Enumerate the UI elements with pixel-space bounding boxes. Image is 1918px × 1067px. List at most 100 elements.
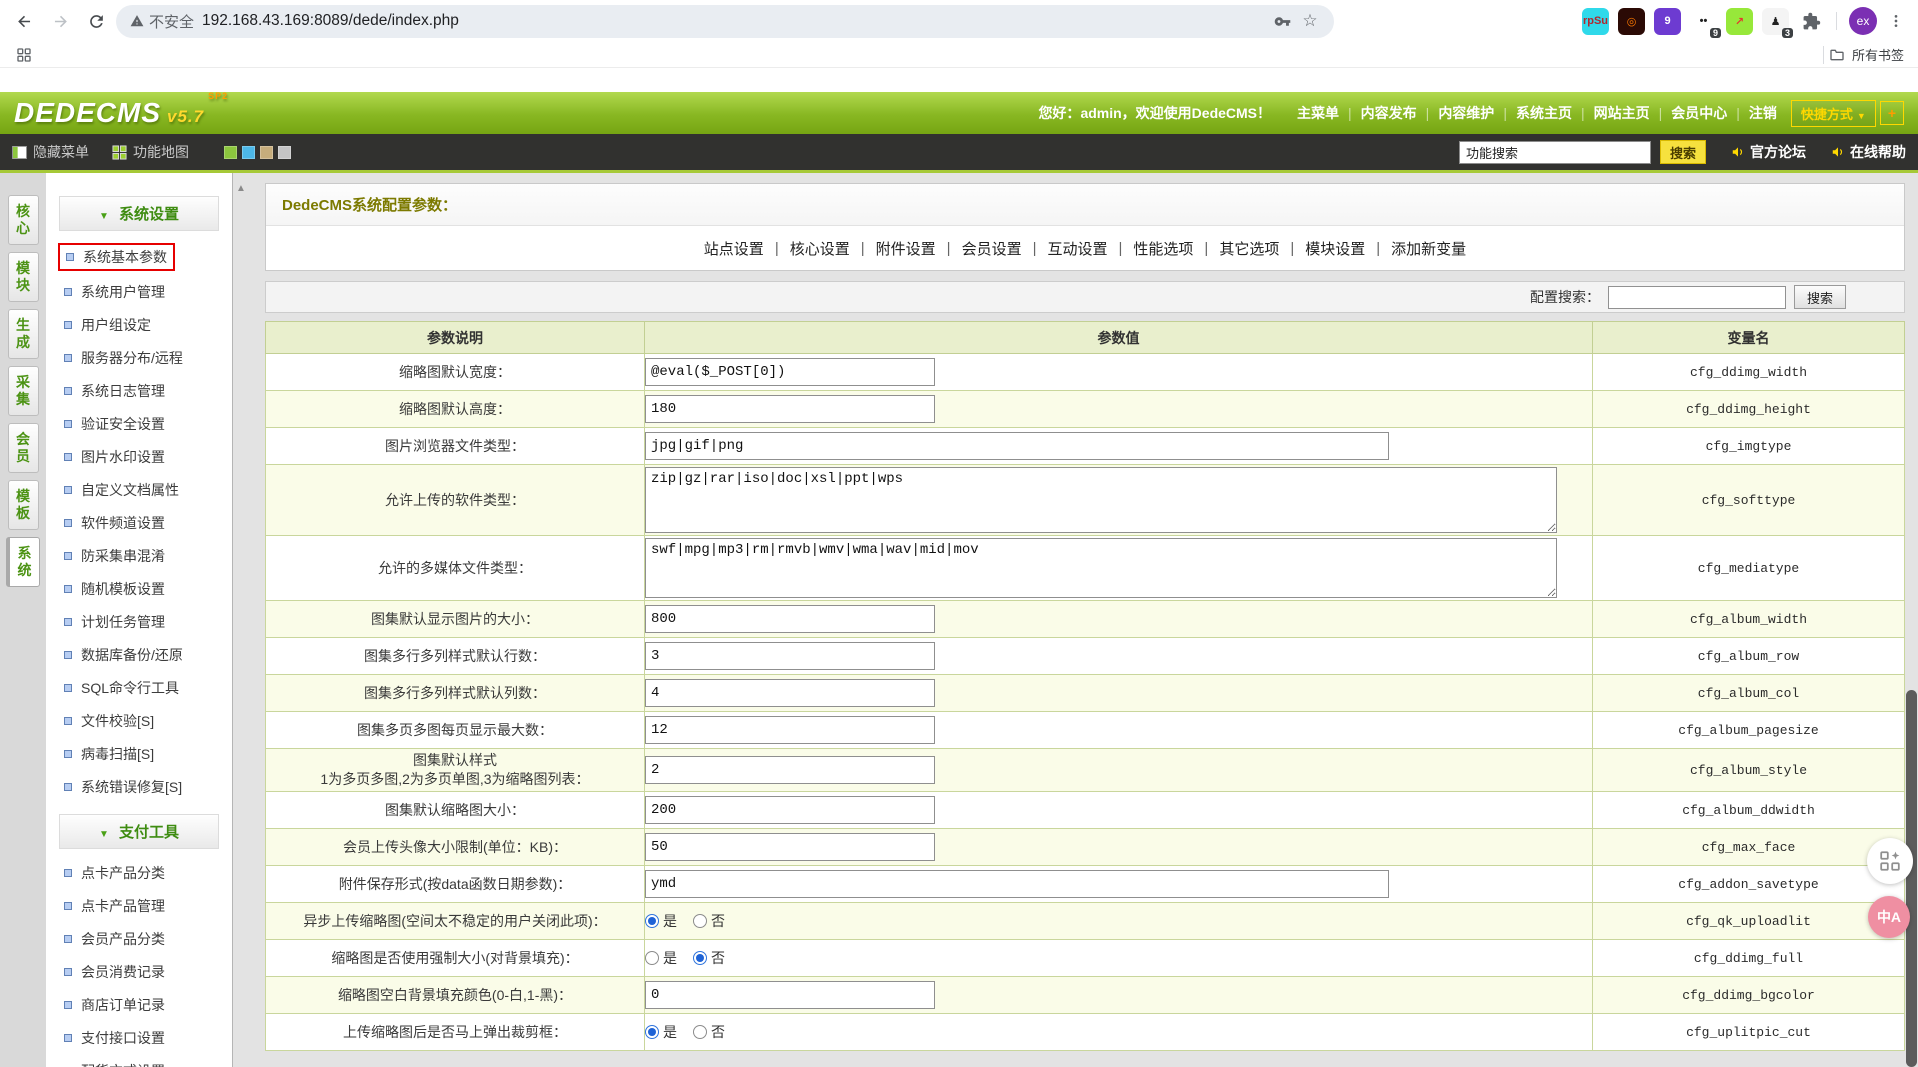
param-input-cfg_addon_savetype[interactable] xyxy=(645,870,1389,898)
forward-icon[interactable] xyxy=(44,5,76,37)
config-tab-站点设置[interactable]: 站点设置 xyxy=(704,238,764,259)
radio-option-否-cfg_ddimg_full[interactable]: 否 xyxy=(693,948,725,968)
function-search-input[interactable] xyxy=(1459,141,1651,164)
arrow-extension-icon[interactable]: ↗ xyxy=(1726,8,1753,35)
param-input-cfg_album_col[interactable] xyxy=(645,679,935,707)
param-input-cfg_ddimg_height[interactable] xyxy=(645,395,935,423)
profile-avatar[interactable]: ex xyxy=(1849,7,1877,35)
header-menu-3[interactable]: 内容维护 xyxy=(1438,105,1494,121)
header-menu-4[interactable]: 系统主页 xyxy=(1516,105,1572,121)
config-tab-核心设置[interactable]: 核心设置 xyxy=(790,238,850,259)
hide-menu-button[interactable]: 隐藏菜单 xyxy=(12,142,89,162)
config-tab-会员设置[interactable]: 会员设置 xyxy=(962,238,1022,259)
shortcut-button[interactable]: 快捷方式▼ xyxy=(1791,100,1876,127)
module-tab-生成[interactable]: 生成 xyxy=(8,309,39,359)
config-search-button[interactable]: 搜索 xyxy=(1794,285,1846,309)
param-input-cfg_imgtype[interactable] xyxy=(645,432,1389,460)
theme-color-swatch[interactable] xyxy=(278,146,291,159)
module-tab-模块[interactable]: 模块 xyxy=(8,252,39,302)
header-menu-5[interactable]: 网站主页 xyxy=(1594,105,1650,121)
module-tab-采集[interactable]: 采集 xyxy=(8,366,39,416)
param-input-cfg_album_row[interactable] xyxy=(645,642,935,670)
apps-grid-icon[interactable] xyxy=(14,45,34,65)
sidebar-item-服务器分布/远程[interactable]: 服务器分布/远程 xyxy=(64,348,183,368)
address-bar[interactable]: 不安全 192.168.43.169:8089/dede/index.php ☆ xyxy=(116,5,1334,38)
module-tab-核心[interactable]: 核心 xyxy=(8,195,39,245)
sidebar-item-SQL命令行工具[interactable]: SQL命令行工具 xyxy=(64,678,179,698)
page-scrollbar-thumb[interactable] xyxy=(1906,690,1917,1067)
official-forum-link[interactable]: 官方论坛 xyxy=(1731,142,1806,162)
sidebar-item-病毒扫描[S][interactable]: 病毒扫描[S] xyxy=(64,744,154,764)
radio-option-否-cfg_qk_uploadlit[interactable]: 否 xyxy=(693,911,725,931)
password-key-icon[interactable] xyxy=(1272,11,1292,31)
theme-color-swatch[interactable] xyxy=(242,146,255,159)
radio-option-否-cfg_uplitpic_cut[interactable]: 否 xyxy=(693,1022,725,1042)
header-menu-2[interactable]: 内容发布 xyxy=(1361,105,1417,121)
shortcut-add-button[interactable]: + xyxy=(1880,101,1904,125)
menu-section-系统设置[interactable]: ▼系统设置 xyxy=(59,196,219,231)
sidebar-item-点卡产品管理[interactable]: 点卡产品管理 xyxy=(64,896,165,916)
sidebar-item-软件频道设置[interactable]: 软件频道设置 xyxy=(64,513,165,533)
param-input-cfg_ddimg_width[interactable] xyxy=(645,358,935,386)
sidebar-item-商店订单记录[interactable]: 商店订单记录 xyxy=(64,995,165,1015)
radio-option-是-cfg_uplitpic_cut[interactable]: 是 xyxy=(645,1022,677,1042)
function-search-button[interactable]: 搜索 xyxy=(1660,140,1706,164)
quick-grid-float-button[interactable] xyxy=(1867,838,1913,884)
nine-extension-icon[interactable]: 9 xyxy=(1654,8,1681,35)
param-textarea-cfg_softtype[interactable] xyxy=(645,467,1557,533)
config-tab-添加新变量[interactable]: 添加新变量 xyxy=(1391,238,1466,259)
translate-float-button[interactable]: 中A xyxy=(1868,896,1910,938)
param-textarea-cfg_mediatype[interactable] xyxy=(645,538,1557,598)
header-menu-1[interactable]: 主菜单 xyxy=(1297,105,1339,121)
sidebar-item-防采集串混淆[interactable]: 防采集串混淆 xyxy=(64,546,165,566)
theme-color-swatch[interactable] xyxy=(260,146,273,159)
book-extension-icon[interactable]: ◎ xyxy=(1618,8,1645,35)
sidebar-item-系统日志管理[interactable]: 系统日志管理 xyxy=(64,381,165,401)
sidebar-item-系统错误修复[S][interactable]: 系统错误修复[S] xyxy=(64,777,182,797)
sidebar-item-用户组设定[interactable]: 用户组设定 xyxy=(64,315,151,335)
module-tab-系统[interactable]: 系统 xyxy=(6,537,40,587)
menu-section-支付工具[interactable]: ▼支付工具 xyxy=(59,814,219,849)
param-input-cfg_album_pagesize[interactable] xyxy=(645,716,935,744)
panda-extension-icon[interactable]: ••9 xyxy=(1690,8,1717,35)
back-icon[interactable] xyxy=(8,5,40,37)
sidebar-item-会员产品分类[interactable]: 会员产品分类 xyxy=(64,929,165,949)
param-input-cfg_album_style[interactable] xyxy=(645,756,935,784)
sidebar-item-配货方式设置[interactable]: 配货方式设置 xyxy=(64,1061,165,1067)
header-menu-7[interactable]: 注销 xyxy=(1749,105,1777,121)
extensions-puzzle-icon[interactable] xyxy=(1798,8,1824,34)
reload-icon[interactable] xyxy=(80,5,112,37)
config-tab-性能选项[interactable]: 性能选项 xyxy=(1133,238,1193,259)
module-tab-会员[interactable]: 会员 xyxy=(8,423,39,473)
config-tab-模块设置[interactable]: 模块设置 xyxy=(1305,238,1365,259)
sidebar-item-点卡产品分类[interactable]: 点卡产品分类 xyxy=(64,863,165,883)
agent-extension-icon[interactable]: ♟3 xyxy=(1762,8,1789,35)
sidebar-item-验证安全设置[interactable]: 验证安全设置 xyxy=(64,414,165,434)
sidebar-item-系统基本参数[interactable]: 系统基本参数 xyxy=(58,243,175,271)
config-tab-附件设置[interactable]: 附件设置 xyxy=(876,238,936,259)
param-input-cfg_album_ddwidth[interactable] xyxy=(645,796,935,824)
rpsu-extension-icon[interactable]: rpSu xyxy=(1582,8,1609,35)
param-input-cfg_max_face[interactable] xyxy=(645,833,935,861)
sidebar-item-会员消费记录[interactable]: 会员消费记录 xyxy=(64,962,165,982)
sidebar-item-自定义文档属性[interactable]: 自定义文档属性 xyxy=(64,480,179,500)
sidebar-item-文件校验[S][interactable]: 文件校验[S] xyxy=(64,711,154,731)
config-tab-互动设置[interactable]: 互动设置 xyxy=(1047,238,1107,259)
sidebar-item-系统用户管理[interactable]: 系统用户管理 xyxy=(64,282,165,302)
radio-option-是-cfg_ddimg_full[interactable]: 是 xyxy=(645,948,677,968)
bookmark-star-icon[interactable]: ☆ xyxy=(1300,11,1320,31)
radio-option-是-cfg_qk_uploadlit[interactable]: 是 xyxy=(645,911,677,931)
sidebar-item-数据库备份/还原[interactable]: 数据库备份/还原 xyxy=(64,645,183,665)
collapse-arrow-icon[interactable]: ▲ xyxy=(236,183,246,194)
sidebar-item-支付接口设置[interactable]: 支付接口设置 xyxy=(64,1028,165,1048)
security-chip[interactable]: 不安全 xyxy=(130,11,194,32)
param-input-cfg_album_width[interactable] xyxy=(645,605,935,633)
all-bookmarks-label[interactable]: 所有书签 xyxy=(1852,45,1904,64)
module-tab-模板[interactable]: 模板 xyxy=(8,480,39,530)
config-tab-其它选项[interactable]: 其它选项 xyxy=(1219,238,1279,259)
param-input-cfg_ddimg_bgcolor[interactable] xyxy=(645,981,935,1009)
online-help-link[interactable]: 在线帮助 xyxy=(1831,142,1906,162)
menu-dots-icon[interactable] xyxy=(1886,11,1906,31)
header-menu-6[interactable]: 会员中心 xyxy=(1671,105,1727,121)
sidebar-item-随机模板设置[interactable]: 随机模板设置 xyxy=(64,579,165,599)
